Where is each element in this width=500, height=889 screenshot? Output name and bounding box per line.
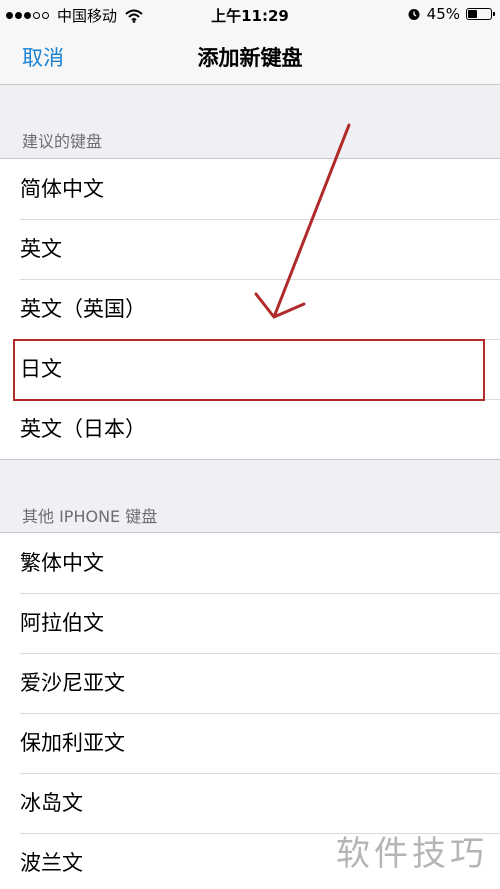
- keyboard-item[interactable]: 阿拉伯文: [0, 593, 500, 653]
- keyboard-item[interactable]: 保加利亚文: [0, 713, 500, 773]
- nav-bar: 取消 添加新键盘: [0, 30, 500, 85]
- status-right: 45%: [407, 5, 495, 23]
- keyboard-item[interactable]: 英文（日本）: [0, 399, 500, 459]
- other-keyboard-list: 繁体中文 阿拉伯文 爱沙尼亚文 保加利亚文 冰岛文 波兰文: [0, 532, 500, 889]
- keyboard-item-japanese[interactable]: 日文: [0, 339, 500, 399]
- battery-percent: 45%: [426, 5, 460, 23]
- screen: 中国移动 上午11:29 45% 取消 添加新键盘 建议的键盘 简体中文 英文 …: [0, 0, 500, 889]
- suggested-keyboard-list: 简体中文 英文 英文（英国） 日文 英文（日本）: [0, 158, 500, 460]
- keyboard-item[interactable]: 爱沙尼亚文: [0, 653, 500, 713]
- battery-fill: [468, 10, 478, 18]
- section-header-other: 其他 IPHONE 键盘: [22, 507, 158, 526]
- keyboard-item[interactable]: 简体中文: [0, 159, 500, 219]
- keyboard-item[interactable]: 波兰文: [0, 833, 500, 889]
- alarm-icon: [408, 9, 420, 20]
- keyboard-item[interactable]: 英文: [0, 219, 500, 279]
- section-header-suggested: 建议的键盘: [22, 132, 103, 151]
- battery-icon: [466, 8, 495, 20]
- status-bar: 中国移动 上午11:29 45%: [0, 0, 500, 30]
- page-title: 添加新键盘: [197, 46, 303, 70]
- keyboard-item[interactable]: 英文（英国）: [0, 279, 500, 339]
- keyboard-item[interactable]: 冰岛文: [0, 773, 500, 833]
- keyboard-item[interactable]: 繁体中文: [0, 533, 500, 593]
